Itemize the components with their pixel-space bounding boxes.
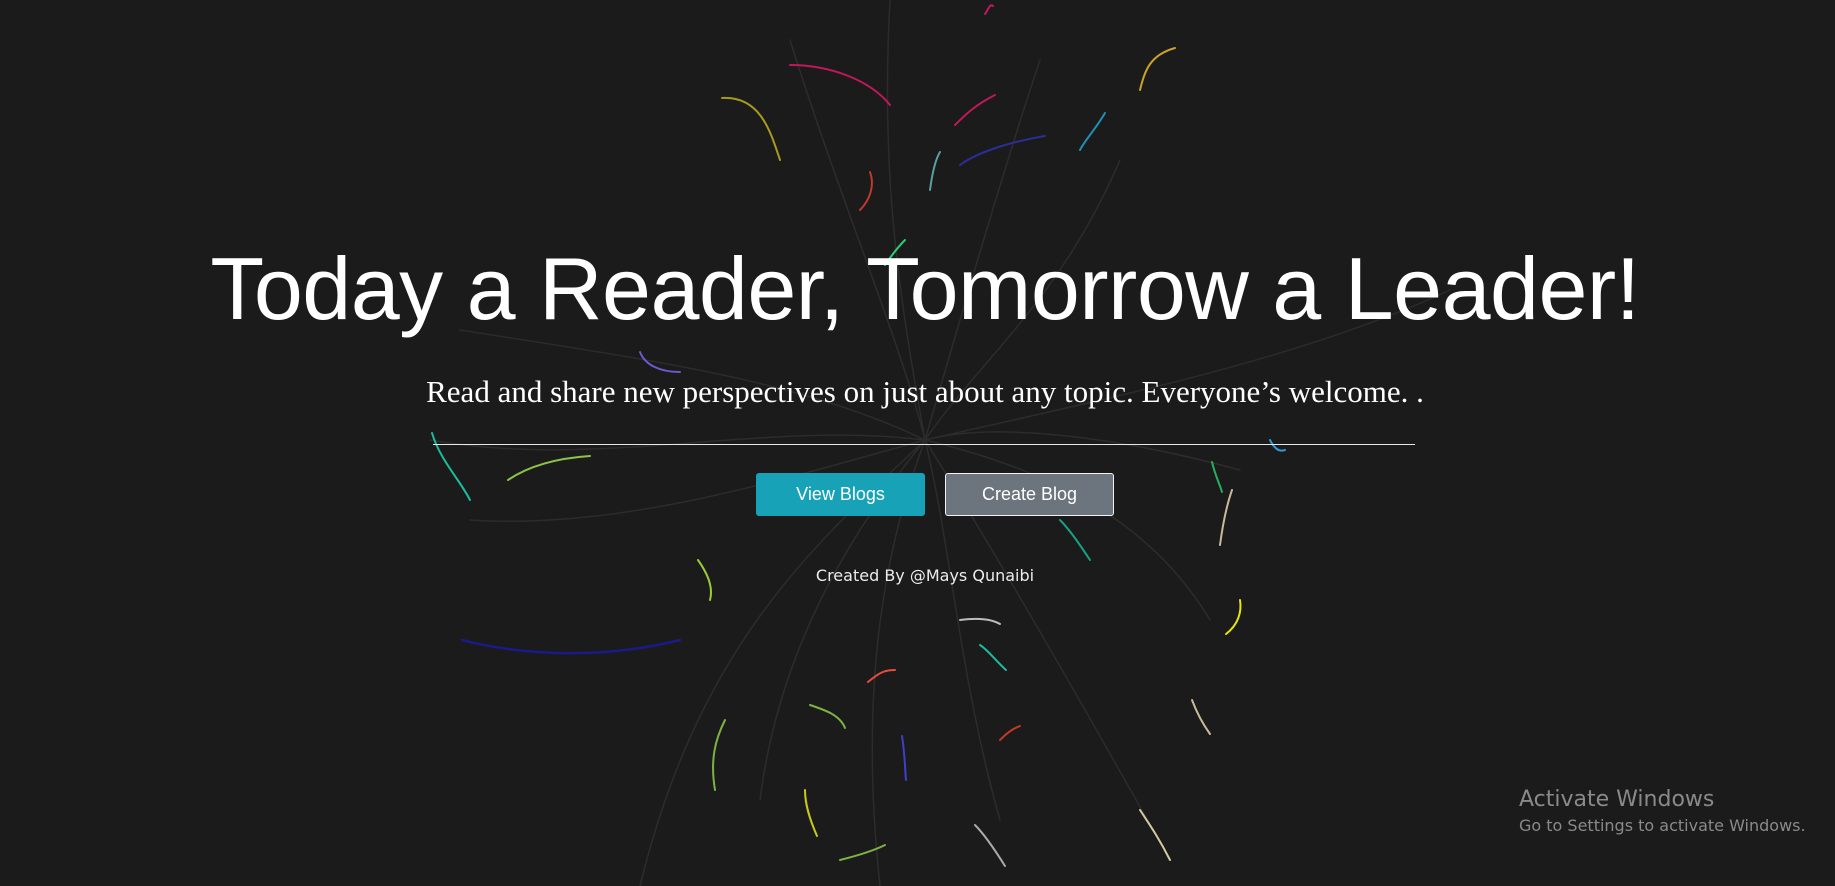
windows-activation-watermark: Activate Windows Go to Settings to activ… <box>1519 785 1806 837</box>
watermark-subtitle: Go to Settings to activate Windows. <box>1519 816 1806 835</box>
watermark-title: Activate Windows <box>1519 787 1715 812</box>
author-credit: Created By @Mays Qunaibi <box>815 566 1035 585</box>
hero-divider <box>433 444 1415 445</box>
hero-subtitle: Read and share new perspectives on just … <box>426 374 1424 409</box>
create-blog-button[interactable]: Create Blog <box>945 473 1114 516</box>
hero-section: Today a Reader, Tomorrow a Leader! Read … <box>0 0 1835 886</box>
view-blogs-button[interactable]: View Blogs <box>756 473 925 516</box>
hero-title: Today a Reader, Tomorrow a Leader! <box>210 239 1640 338</box>
